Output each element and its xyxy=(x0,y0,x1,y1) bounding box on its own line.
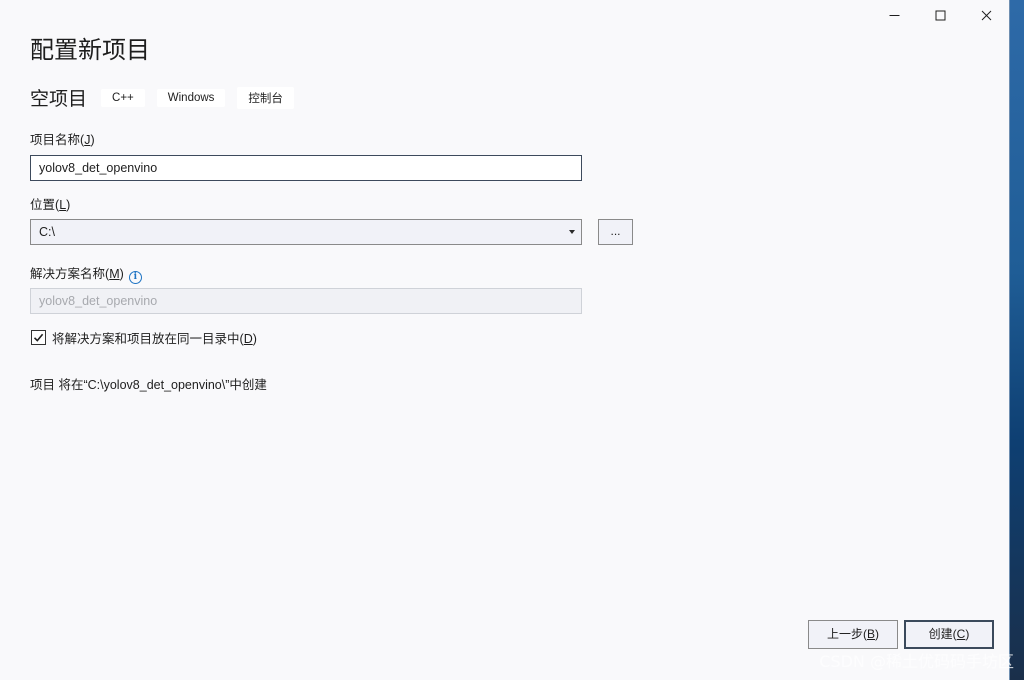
maximize-icon xyxy=(935,10,945,20)
tag-project-type: 控制台 xyxy=(237,86,294,109)
minimize-button[interactable] xyxy=(871,0,917,30)
watermark: CSDN @稀土优码码手坊区 xyxy=(819,652,1014,671)
browse-button[interactable]: ... xyxy=(598,219,633,245)
location-combobox[interactable]: C:\ xyxy=(30,219,582,245)
desktop-background xyxy=(1010,0,1024,680)
close-button[interactable] xyxy=(963,0,1009,30)
checkmark-icon xyxy=(33,333,44,342)
template-summary: 空项目 C++ Windows 控制台 xyxy=(30,84,306,111)
solution-name-label: 解决方案名称(M) i xyxy=(30,263,142,284)
template-name: 空项目 xyxy=(30,88,88,110)
location-value: C:\ xyxy=(39,225,55,239)
tag-platform: Windows xyxy=(156,88,226,107)
create-button[interactable]: 创建(C) xyxy=(904,620,994,649)
same-directory-option[interactable]: 将解决方案和项目放在同一目录中(D) xyxy=(31,328,257,347)
tag-language: C++ xyxy=(101,88,145,107)
back-button[interactable]: 上一步(B) xyxy=(808,620,898,649)
window-controls xyxy=(871,0,1009,30)
close-icon xyxy=(981,10,991,20)
project-name-input[interactable]: yolov8_det_openvino xyxy=(30,155,582,181)
solution-name-input[interactable]: yolov8_det_openvino xyxy=(30,288,582,314)
configure-project-dialog: 配置新项目 空项目 C++ Windows 控制台 项目名称(J) yolov8… xyxy=(0,0,1010,680)
maximize-button[interactable] xyxy=(917,0,963,30)
location-label: 位置(L) xyxy=(30,198,71,212)
minimize-icon xyxy=(889,14,899,16)
same-directory-label: 将解决方案和项目放在同一目录中(D) xyxy=(52,332,257,346)
chevron-down-icon xyxy=(569,230,575,234)
page-title: 配置新项目 xyxy=(30,36,150,64)
info-icon[interactable]: i xyxy=(128,271,142,284)
project-name-label: 项目名称(J) xyxy=(30,133,95,147)
same-directory-checkbox[interactable] xyxy=(31,330,46,345)
creation-path-summary: 项目 将在“C:\yolov8_det_openvino\”中创建 xyxy=(30,378,267,392)
